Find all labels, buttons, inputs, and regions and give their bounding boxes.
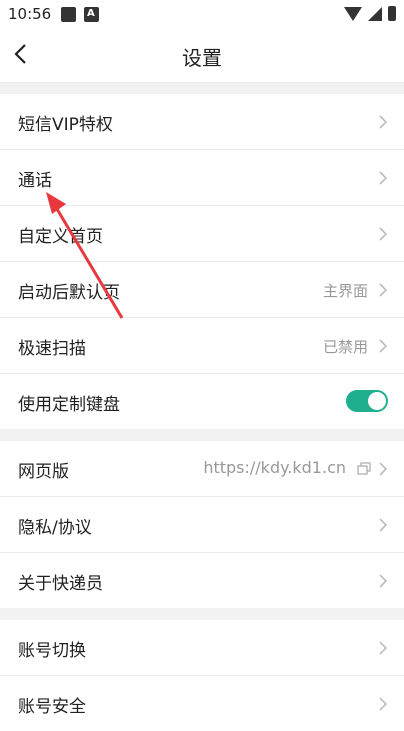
settings-group-account: 账号切换 账号安全: [0, 620, 404, 731]
app-notification-letter: A: [87, 8, 95, 19]
signal-icon: [368, 6, 382, 21]
page-title: 设置: [182, 46, 222, 70]
chevron-right-icon: [379, 574, 388, 588]
chevron-right-icon: [379, 115, 388, 129]
status-bar: 10:56 A: [0, 0, 404, 28]
setting-switch-account[interactable]: 账号切换: [0, 620, 404, 676]
settings-group-general: 短信VIP特权 通话 自定义首页 启动后默认页 主界面 极速扫描 已禁用 使用定…: [0, 94, 404, 429]
chevron-right-icon: [379, 697, 388, 711]
setting-default-page[interactable]: 启动后默认页 主界面: [0, 262, 404, 318]
status-time: 10:56: [8, 5, 52, 23]
chevron-right-icon: [379, 641, 388, 655]
copy-icon[interactable]: [357, 462, 371, 476]
custom-keyboard-toggle[interactable]: [346, 390, 388, 412]
setting-custom-keyboard: 使用定制键盘: [0, 374, 404, 429]
chevron-right-icon: [379, 227, 388, 241]
setting-label: 自定义首页: [18, 227, 103, 247]
toggle-knob: [368, 392, 386, 410]
chevron-right-icon: [379, 518, 388, 532]
wifi-icon: [344, 6, 362, 21]
setting-label: 账号切换: [18, 641, 86, 661]
web-url: https://kdy.kd1.cn: [203, 458, 346, 477]
setting-label: 隐私/协议: [18, 518, 92, 538]
chevron-right-icon: [379, 171, 388, 185]
setting-label: 使用定制键盘: [18, 395, 120, 415]
setting-web-version[interactable]: 网页版 https://kdy.kd1.cn: [0, 441, 404, 497]
setting-custom-home[interactable]: 自定义首页: [0, 206, 404, 262]
setting-value: 主界面: [322, 282, 368, 300]
setting-value: 已禁用: [322, 338, 368, 356]
setting-label: 启动后默认页: [18, 283, 120, 303]
chevron-right-icon: [379, 462, 388, 476]
chevron-right-icon: [379, 339, 388, 353]
setting-call[interactable]: 通话: [0, 150, 404, 206]
status-icons: [344, 6, 396, 21]
setting-label: 关于快递员: [18, 574, 103, 594]
setting-label: 短信VIP特权: [18, 115, 113, 135]
settings-group-info: 网页版 https://kdy.kd1.cn 隐私/协议 关于快递员: [0, 441, 404, 608]
header: 设置: [0, 28, 404, 83]
setting-label: 极速扫描: [18, 339, 86, 359]
notification-icon: [61, 7, 76, 22]
setting-account-security[interactable]: 账号安全: [0, 676, 404, 731]
app-notification-icon: A: [84, 7, 99, 22]
battery-icon: [388, 6, 396, 21]
setting-label: 通话: [18, 171, 52, 191]
setting-privacy[interactable]: 隐私/协议: [0, 497, 404, 553]
setting-fast-scan[interactable]: 极速扫描 已禁用: [0, 318, 404, 374]
chevron-right-icon: [379, 283, 388, 297]
setting-label: 账号安全: [18, 697, 86, 717]
setting-about[interactable]: 关于快递员: [0, 553, 404, 608]
setting-sms-vip[interactable]: 短信VIP特权: [0, 94, 404, 150]
setting-label: 网页版: [18, 462, 69, 482]
